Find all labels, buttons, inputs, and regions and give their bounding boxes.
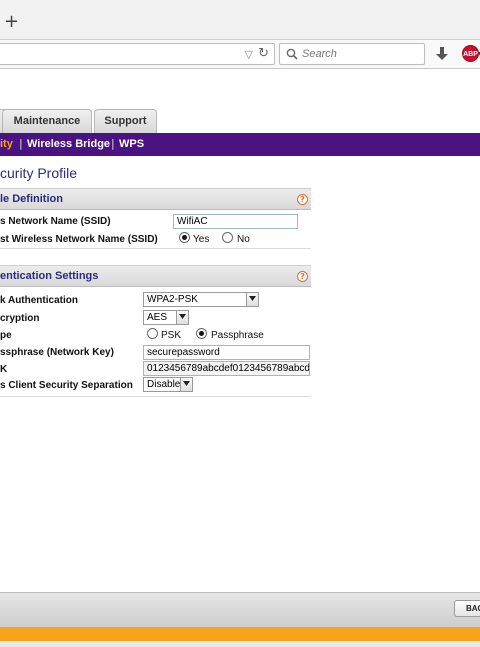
help-icon[interactable]: ? [297, 194, 308, 205]
type-psk-label: PSK [161, 330, 182, 341]
client-separation-select[interactable]: Disable [143, 377, 193, 392]
chevron-down-icon[interactable] [180, 378, 192, 391]
tab-support[interactable]: Support [94, 109, 157, 133]
ssid-field[interactable]: WifiAC [173, 214, 298, 229]
page-title: curity Profile [0, 165, 78, 181]
encryption-label: cryption [0, 313, 40, 324]
psk-label: K [0, 364, 8, 375]
subnav-wps[interactable]: WPS [119, 138, 144, 150]
url-bar[interactable]: ▽ ↻ [0, 43, 275, 65]
encryption-select[interactable]: AES [143, 310, 189, 325]
psk-field[interactable]: 0123456789abcdef0123456789abcdef [143, 361, 310, 376]
select-value: AES [147, 312, 168, 323]
network-authentication-label: k Authentication [0, 295, 78, 306]
reload-icon[interactable]: ↻ [258, 46, 269, 61]
network-authentication-select[interactable]: WPA2-PSK [143, 292, 259, 307]
back-button[interactable]: BACK [454, 600, 480, 617]
subnav-security[interactable]: ity [0, 138, 13, 150]
url-history-dropdown-icon[interactable]: ▽ [245, 48, 253, 61]
section-title: entication Settings [0, 270, 99, 282]
broadcast-yes-label: Yes [193, 234, 210, 245]
browser-tab-strip: + [0, 0, 480, 40]
broadcast-no-label: No [237, 234, 250, 245]
subnav-wireless-bridge[interactable]: Wireless Bridge [27, 138, 110, 150]
broadcast-ssid-label: st Wireless Network Name (SSID) [0, 234, 158, 245]
download-icon[interactable] [435, 46, 449, 62]
subnav-separator: | [111, 137, 115, 150]
chevron-down-icon[interactable] [246, 293, 258, 306]
chevron-down-icon[interactable] [176, 311, 188, 324]
footer-accent-bar [0, 627, 480, 641]
type-passphrase-radio[interactable] [196, 328, 207, 339]
tab-maintenance[interactable]: Maintenance [2, 109, 92, 133]
section-divider [0, 248, 311, 249]
sub-navigation: ity | Wireless Bridge | WPS [0, 133, 480, 156]
footer-button-bar: BACK [0, 592, 480, 627]
passphrase-field[interactable]: securepassword [143, 345, 310, 360]
type-psk-radio[interactable] [147, 328, 158, 339]
type-passphrase-label: Passphrase [211, 330, 264, 341]
client-separation-label: s Client Security Separation [0, 380, 133, 391]
search-placeholder: Search [302, 48, 337, 60]
adblock-icon[interactable]: ABP [462, 45, 479, 62]
help-icon[interactable]: ? [297, 271, 308, 282]
section-divider [0, 396, 311, 397]
broadcast-no-radio[interactable] [222, 232, 233, 243]
broadcast-yes-radio[interactable] [179, 232, 190, 243]
section-title: le Definition [0, 193, 63, 205]
select-value: Disable [147, 379, 181, 390]
search-bar[interactable]: Search [279, 43, 425, 65]
authentication-settings-header: entication Settings ? [0, 265, 311, 287]
subnav-separator: | [19, 137, 23, 150]
ssid-label: s Network Name (SSID) [0, 216, 111, 227]
browser-nav-bar: ▽ ↻ Search ABP ▾ [0, 40, 480, 69]
new-tab-button[interactable]: + [4, 13, 19, 31]
search-icon [286, 48, 298, 60]
page-bottom-strip [0, 641, 480, 647]
passphrase-label: ssphrase (Network Key) [0, 347, 114, 358]
select-value: WPA2-PSK [147, 294, 198, 305]
profile-definition-header: le Definition ? [0, 188, 311, 210]
main-tabs: Maintenance Support [0, 109, 480, 133]
type-label: pe [0, 330, 12, 341]
